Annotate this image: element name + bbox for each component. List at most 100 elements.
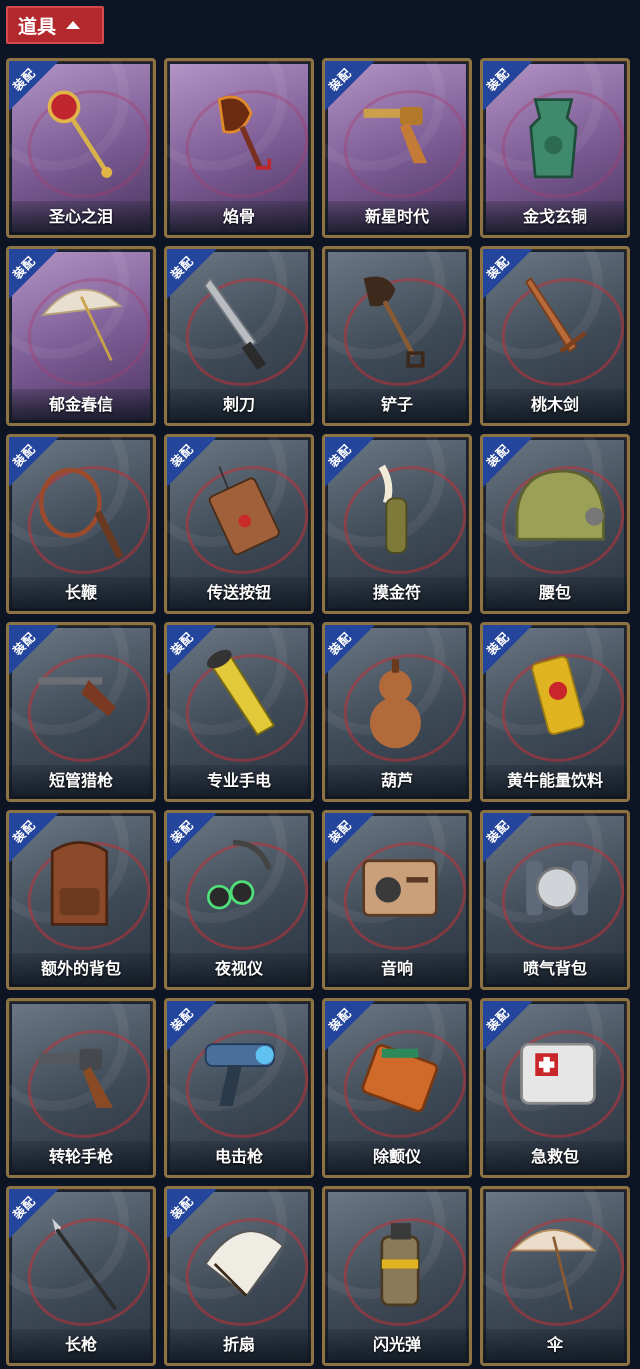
equipped-badge-label: 装配 bbox=[10, 253, 39, 283]
equipped-badge: 装配 bbox=[325, 813, 375, 863]
item-card[interactable]: 焰骨 bbox=[164, 58, 314, 238]
item-name: 焰骨 bbox=[222, 207, 255, 226]
equipped-badge-label: 装配 bbox=[10, 441, 39, 471]
item-card[interactable]: 腰包 装配 bbox=[480, 434, 630, 614]
item-card[interactable]: 铲子 bbox=[322, 246, 472, 426]
equipped-badge: 装配 bbox=[483, 249, 533, 299]
item-card[interactable]: 黄牛能量饮料 装配 bbox=[480, 622, 630, 802]
item-card[interactable]: 转轮手枪 bbox=[6, 998, 156, 1178]
equipped-badge-label: 装配 bbox=[10, 629, 39, 659]
item-name: 除颤仪 bbox=[372, 1147, 421, 1166]
item-card[interactable]: 电击枪 装配 bbox=[164, 998, 314, 1178]
item-card[interactable]: 郁金春信 装配 bbox=[6, 246, 156, 426]
item-card[interactable]: 长鞭 装配 bbox=[6, 434, 156, 614]
item-card[interactable]: 葫芦 装配 bbox=[322, 622, 472, 802]
item-name: 额外的背包 bbox=[40, 959, 121, 978]
item-name: 长鞭 bbox=[64, 583, 97, 602]
item-name: 急救包 bbox=[530, 1147, 579, 1166]
item-name: 刺刀 bbox=[222, 395, 255, 414]
equipped-badge-label: 装配 bbox=[484, 441, 513, 471]
equipped-badge-label: 装配 bbox=[326, 817, 355, 847]
item-card[interactable]: 伞 bbox=[480, 1186, 630, 1366]
item-card[interactable]: 急救包 装配 bbox=[480, 998, 630, 1178]
item-card[interactable]: 闪光弹 bbox=[322, 1186, 472, 1366]
equipped-badge-label: 装配 bbox=[168, 817, 197, 847]
item-name: 桃木剑 bbox=[530, 395, 579, 414]
equipped-badge: 装配 bbox=[483, 1001, 533, 1051]
item-card[interactable]: 除颤仪 装配 bbox=[322, 998, 472, 1178]
item-name: 短管猎枪 bbox=[48, 771, 113, 790]
equipped-badge-label: 装配 bbox=[168, 629, 197, 659]
item-name: 新星时代 bbox=[364, 207, 429, 226]
equipped-badge: 装配 bbox=[9, 61, 59, 111]
shovel-icon bbox=[363, 276, 425, 368]
item-card[interactable]: 喷气背包 装配 bbox=[480, 810, 630, 990]
equipped-badge: 装配 bbox=[167, 625, 217, 675]
equipped-badge: 装配 bbox=[325, 437, 375, 487]
item-name: 转轮手枪 bbox=[48, 1147, 113, 1166]
equipped-badge-label: 装配 bbox=[10, 65, 39, 95]
equipped-badge: 装配 bbox=[483, 813, 533, 863]
equipped-badge: 装配 bbox=[9, 1189, 59, 1239]
equipped-badge: 装配 bbox=[167, 813, 217, 863]
item-card[interactable]: 传送按钮 装配 bbox=[164, 434, 314, 614]
bone-shovel-icon bbox=[217, 95, 272, 170]
equipped-badge-label: 装配 bbox=[484, 65, 513, 95]
equipped-badge: 装配 bbox=[325, 1001, 375, 1051]
item-name: 电击枪 bbox=[214, 1147, 263, 1166]
item-card[interactable]: 桃木剑 装配 bbox=[480, 246, 630, 426]
equipped-badge: 装配 bbox=[167, 1001, 217, 1051]
equipped-badge: 装配 bbox=[167, 437, 217, 487]
item-name: 摸金符 bbox=[372, 583, 421, 602]
umbrella-icon bbox=[510, 1229, 597, 1310]
item-card[interactable]: 额外的背包 装配 bbox=[6, 810, 156, 990]
item-name: 铲子 bbox=[380, 395, 413, 414]
equipped-badge: 装配 bbox=[325, 61, 375, 111]
pistol-icon bbox=[38, 1048, 114, 1108]
equipped-badge-label: 装配 bbox=[484, 1005, 513, 1035]
equipped-badge: 装配 bbox=[9, 437, 59, 487]
equipped-badge: 装配 bbox=[9, 249, 59, 299]
item-name: 传送按钮 bbox=[206, 583, 271, 602]
equipped-badge-label: 装配 bbox=[484, 629, 513, 659]
item-card[interactable]: 金戈玄铜 装配 bbox=[480, 58, 630, 238]
equipped-badge-label: 装配 bbox=[168, 441, 197, 471]
item-card[interactable]: 短管猎枪 装配 bbox=[6, 622, 156, 802]
item-name: 折扇 bbox=[222, 1335, 255, 1354]
item-name: 黄牛能量饮料 bbox=[506, 771, 603, 790]
equipped-badge-label: 装配 bbox=[10, 817, 39, 847]
item-name: 闪光弹 bbox=[372, 1335, 421, 1354]
item-grid: 圣心之泪 装配 焰骨 新星时代 装配 金戈玄铜 装配 郁金春信 装配 刺刀 装配 铲子 桃木剑 装配 长鞭装… bbox=[0, 0, 640, 1369]
equipped-badge: 装配 bbox=[9, 813, 59, 863]
equipped-badge: 装配 bbox=[483, 61, 533, 111]
equipped-badge-label: 装配 bbox=[326, 1005, 355, 1035]
equipped-badge-label: 装配 bbox=[484, 817, 513, 847]
item-card[interactable]: 音响 装配 bbox=[322, 810, 472, 990]
item-name: 专业手电 bbox=[206, 771, 271, 790]
equipped-badge-label: 装配 bbox=[168, 253, 197, 283]
item-card[interactable]: 刺刀 装配 bbox=[164, 246, 314, 426]
item-card[interactable]: 圣心之泪 装配 bbox=[6, 58, 156, 238]
item-name: 夜视仪 bbox=[214, 959, 263, 978]
item-name: 腰包 bbox=[538, 583, 571, 602]
item-card[interactable]: 新星时代 装配 bbox=[322, 58, 472, 238]
item-card[interactable]: 长枪 装配 bbox=[6, 1186, 156, 1366]
item-card[interactable]: 专业手电 装配 bbox=[164, 622, 314, 802]
item-name: 圣心之泪 bbox=[48, 207, 113, 226]
item-name: 葫芦 bbox=[380, 771, 413, 790]
item-name: 音响 bbox=[380, 959, 413, 978]
item-card[interactable]: 摸金符 装配 bbox=[322, 434, 472, 614]
equipped-badge: 装配 bbox=[167, 1189, 217, 1239]
equipped-badge-label: 装配 bbox=[168, 1005, 197, 1035]
item-card[interactable]: 折扇 装配 bbox=[164, 1186, 314, 1366]
equipped-badge: 装配 bbox=[9, 625, 59, 675]
item-name: 金戈玄铜 bbox=[522, 207, 587, 226]
item-name: 伞 bbox=[546, 1335, 563, 1354]
item-name: 喷气背包 bbox=[522, 959, 587, 978]
item-card[interactable]: 夜视仪 装配 bbox=[164, 810, 314, 990]
equipped-badge: 装配 bbox=[167, 249, 217, 299]
equipped-badge-label: 装配 bbox=[326, 441, 355, 471]
item-name: 郁金春信 bbox=[48, 395, 113, 414]
item-name: 长枪 bbox=[64, 1335, 97, 1354]
equipped-badge: 装配 bbox=[483, 625, 533, 675]
